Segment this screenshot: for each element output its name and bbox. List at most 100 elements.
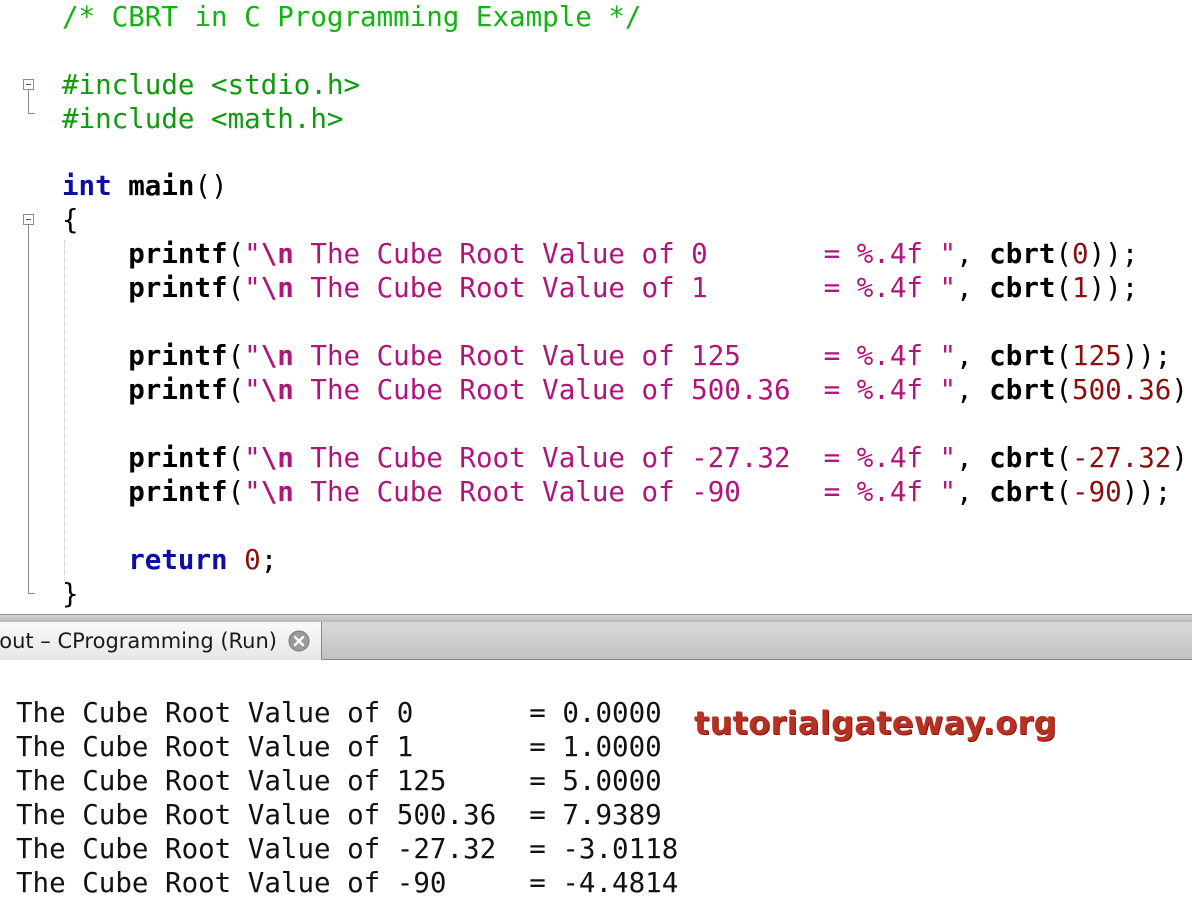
output-tab-label: out – CProgramming (Run) — [0, 629, 277, 653]
code-token-fn: printf — [128, 442, 228, 474]
code-token-fn: cbrt — [989, 238, 1056, 270]
code-line: printf("\n The Cube Root Value of -90 = … — [62, 475, 1171, 509]
code-token-fn: cbrt — [989, 442, 1056, 474]
panel-splitter[interactable] — [0, 614, 1192, 622]
code-token-str: The Cube Root Value of 125 = %.4f " — [293, 340, 957, 372]
code-token-esc: \n — [260, 340, 294, 372]
code-token-str: " — [244, 476, 261, 508]
fold-end-marker — [28, 593, 35, 594]
code-token-esc: \n — [260, 476, 294, 508]
code-token-punct — [62, 544, 128, 576]
code-line: printf("\n The Cube Root Value of 500.36… — [62, 373, 1192, 407]
code-token-str: The Cube Root Value of 500.36 = %.4f " — [293, 374, 957, 406]
code-token-kw: int — [62, 170, 112, 202]
code-token-punct — [62, 238, 128, 270]
code-token-fn: cbrt — [989, 272, 1056, 304]
code-token-fn: cbrt — [989, 476, 1056, 508]
code-token-punct: ; — [260, 544, 278, 576]
code-token-punct — [228, 544, 245, 576]
code-token-fn: main — [128, 170, 195, 202]
fold-toggle-icon[interactable] — [23, 79, 34, 90]
code-token-punct — [62, 442, 128, 474]
code-token-str: " — [244, 374, 261, 406]
code-line: #include <math.h> — [62, 102, 343, 136]
code-token-fn: cbrt — [989, 340, 1056, 372]
code-token-punct: )); — [1121, 340, 1172, 372]
site-watermark: tutorialgateway.org — [694, 704, 1057, 742]
code-token-fn: printf — [128, 476, 228, 508]
code-token-punct — [62, 340, 128, 372]
code-token-punct — [62, 272, 128, 304]
code-token-num: 1 — [1072, 272, 1089, 304]
code-token-punct: ( — [1055, 340, 1073, 372]
code-token-str: The Cube Root Value of -90 = %.4f " — [293, 476, 957, 508]
fold-guide-line — [28, 90, 29, 113]
code-line: } — [62, 577, 79, 611]
code-token-punct: , — [956, 272, 990, 304]
code-token-punct: , — [956, 476, 990, 508]
code-token-comment: /* CBRT in C Programming Example */ — [62, 1, 642, 33]
code-token-punct — [112, 170, 129, 202]
code-line: { — [62, 203, 79, 237]
code-token-str: " — [244, 340, 261, 372]
code-token-punct: ( — [1055, 272, 1073, 304]
code-token-punct: )); — [1171, 374, 1192, 406]
output-tab-bar: out – CProgramming (Run) — [0, 622, 1192, 660]
code-token-fn: printf — [128, 272, 228, 304]
code-line: int main() — [62, 169, 228, 203]
code-token-punct: ( — [1055, 476, 1073, 508]
output-tab[interactable]: out – CProgramming (Run) — [0, 622, 322, 660]
code-line: #include <stdio.h> — [62, 68, 360, 102]
output-console[interactable]: The Cube Root Value of 0 = 0.0000 The Cub… — [0, 660, 1192, 902]
code-line: printf("\n The Cube Root Value of 1 = %.… — [62, 271, 1138, 305]
code-token-num: 500.36 — [1072, 374, 1172, 406]
code-token-punct: ( — [1055, 238, 1073, 270]
code-token-punct: , — [956, 238, 990, 270]
code-line: printf ( "\n The Cube Root Value of -27.32… — [62, 441, 1192, 475]
code-line: printf("\n The Cube Root Value of 125 = … — [62, 339, 1171, 373]
code-token-punct: )); — [1171, 442, 1192, 474]
fold-guide-line — [28, 225, 29, 593]
code-token-num: -90 — [1072, 476, 1122, 508]
output-line: The Cube Root Value of 125 = 5.0000 — [16, 765, 662, 797]
output-line: The Cube Root Value of -27.32 = -3.0118 — [16, 833, 679, 865]
code-token-punct — [62, 476, 128, 508]
code-token-punct: ( — [227, 476, 245, 508]
code-editor[interactable]: /* CBRT in C Programming Example */ #incl… — [0, 0, 1192, 614]
fold-toggle-icon[interactable] — [23, 214, 34, 225]
code-token-str: " — [244, 442, 261, 474]
code-token-str: The Cube Root Value of 0 = %.4f " — [293, 238, 957, 270]
code-token-punct: } — [62, 578, 79, 610]
code-token-punct: ( — [227, 238, 245, 270]
code-token-punct: ( — [1055, 442, 1073, 474]
code-token-kw: return — [128, 544, 228, 576]
code-token-punct: { — [62, 204, 79, 236]
code-token-punct — [62, 374, 128, 406]
code-token-num: -27.32 — [1072, 442, 1172, 474]
code-token-punct: ( — [1055, 374, 1073, 406]
code-token-pre: #include <math.h> — [62, 103, 344, 135]
close-tab-icon[interactable] — [288, 630, 310, 652]
fold-end-marker — [28, 113, 35, 114]
code-token-esc: \n — [260, 442, 294, 474]
output-line: The Cube Root Value of -90 = -4.4814 — [16, 867, 679, 899]
code-token-fn: printf — [128, 238, 228, 270]
code-token-punct: )); — [1088, 238, 1139, 270]
code-token-fn: cbrt — [989, 374, 1056, 406]
code-token-str: The Cube Root Value of -27.32 = %.4f " — [293, 442, 957, 474]
code-token-punct: ( — [227, 374, 245, 406]
code-token-num: 0 — [244, 544, 261, 576]
code-token-str: " — [244, 272, 261, 304]
code-token-str: " — [244, 238, 261, 270]
code-line: printf("\n The Cube Root Value of 0 = %.… — [62, 237, 1138, 271]
code-token-punct: , — [956, 374, 990, 406]
code-token-esc: \n — [260, 374, 294, 406]
code-token-num: 0 — [1072, 238, 1089, 270]
code-token-punct: () — [194, 170, 228, 202]
code-line: /* CBRT in C Programming Example */ — [62, 0, 641, 34]
code-token-punct: , — [956, 340, 990, 372]
output-line: The Cube Root Value of 500.36 = 7.9389 — [16, 799, 662, 831]
code-token-punct: , — [956, 442, 990, 474]
code-token-num: 125 — [1072, 340, 1122, 372]
code-token-str: The Cube Root Value of 1 = %.4f " — [293, 272, 957, 304]
